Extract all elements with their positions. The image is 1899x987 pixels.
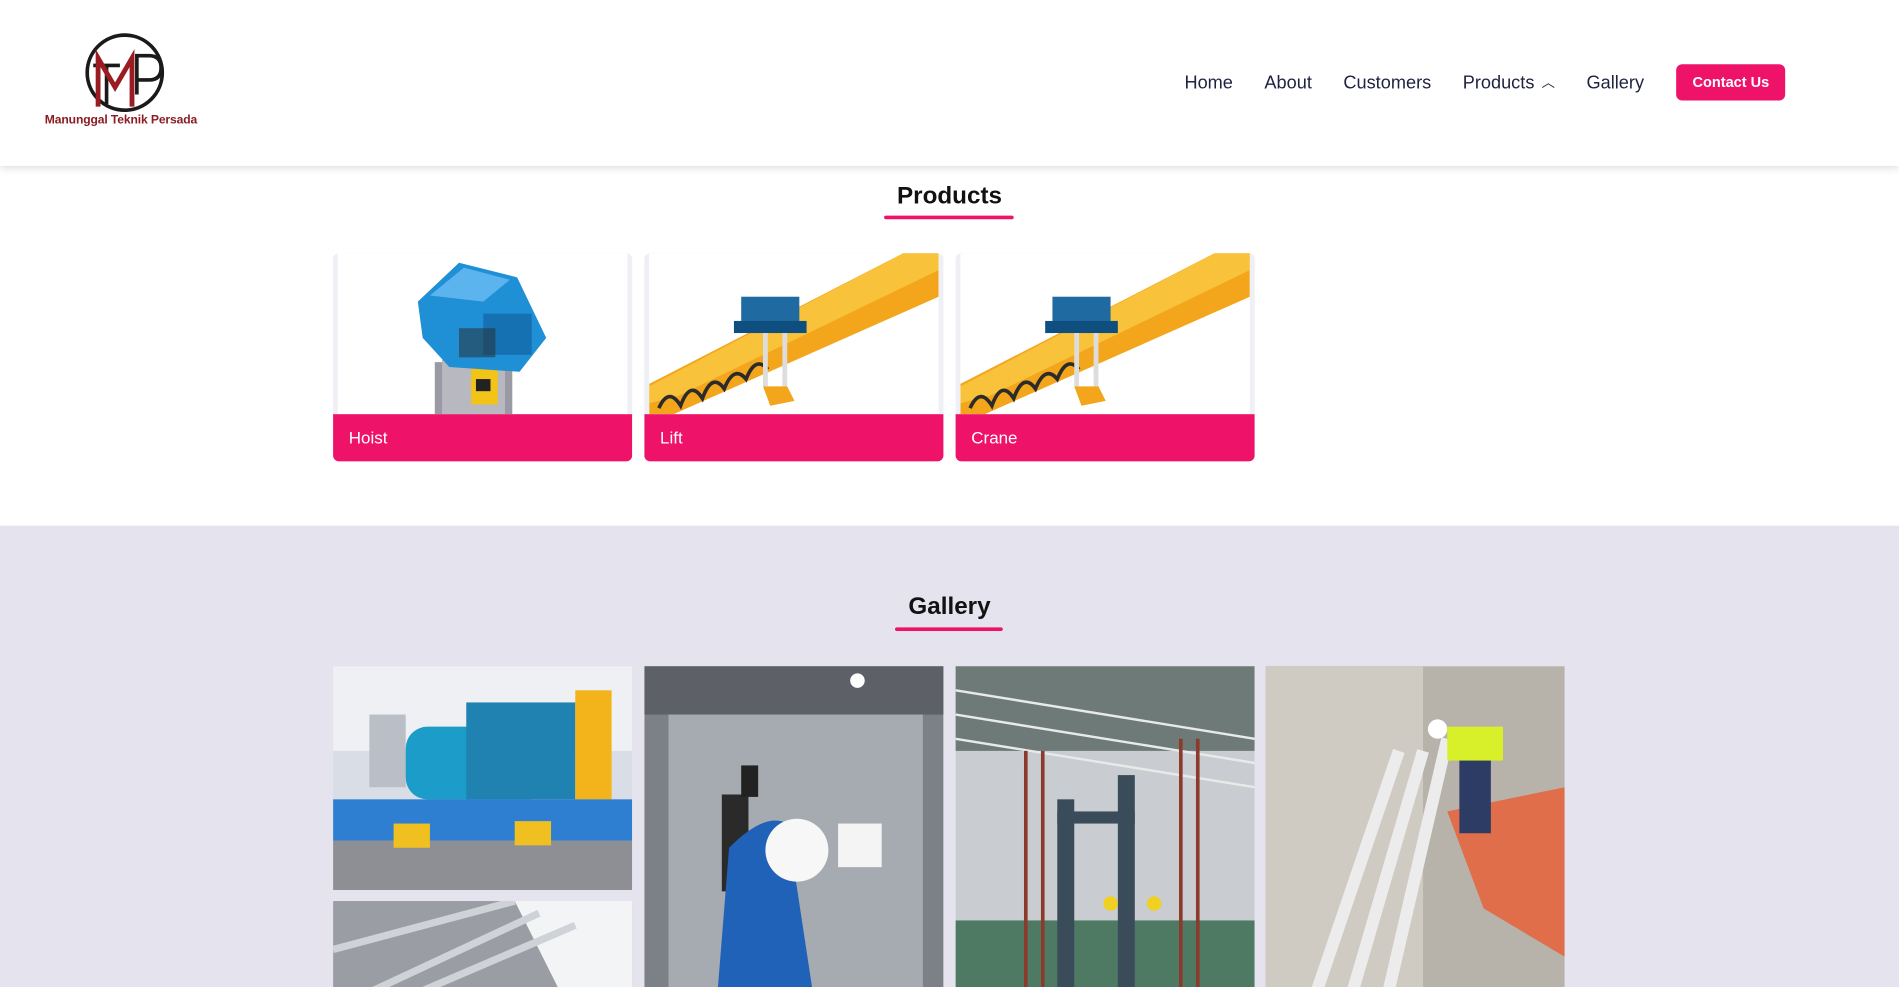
products-heading: Products [897,182,1002,210]
nav-products-label: Products [1462,72,1535,93]
contact-us-button[interactable]: Contact Us [1676,64,1785,101]
product-label-lift: Lift [644,414,944,462]
company-name: Manunggal Teknik Persada [44,113,198,128]
main-nav: Home About Customers Products ︿ Gallery C… [1184,64,1785,101]
nav-home[interactable]: Home [1184,72,1232,93]
gallery-heading: Gallery [908,593,991,621]
lift-image [649,253,939,415]
site-header: Manunggal Teknik Persada Home About Cust… [0,0,1899,166]
product-label-crane: Crane [955,414,1255,462]
crane-image [960,253,1250,415]
company-logo[interactable]: Manunggal Teknik Persada [45,31,215,134]
nav-gallery-label: Gallery [1586,72,1645,93]
gallery-heading-underline [895,627,1003,631]
product-card-lift[interactable]: Lift [644,253,944,462]
nav-gallery[interactable]: Gallery [1586,72,1644,93]
hoist-image [337,253,628,415]
nav-products[interactable]: Products ︿ [1463,72,1555,93]
product-label-hoist: Hoist [333,414,633,462]
tmp-logo-icon [85,33,165,113]
nav-customers-label: Customers [1343,72,1432,93]
nav-home-label: Home [1184,72,1233,93]
gallery-section: Gallery [0,525,1899,987]
product-card-hoist[interactable]: Hoist [333,253,633,462]
nav-about-label: About [1264,72,1312,93]
product-card-crane[interactable]: Crane [955,253,1255,462]
gallery-photo-1[interactable] [333,666,633,891]
gallery-photo-5[interactable] [333,901,633,987]
nav-about[interactable]: About [1264,72,1311,93]
chevron-up-icon: ︿ [1541,75,1555,91]
gallery-photo-2[interactable] [644,666,944,987]
products-heading-underline [884,215,1014,220]
products-section: Products Hoist Lift Crane [0,165,1899,526]
nav-customers[interactable]: Customers [1343,72,1431,93]
gallery-photo-4[interactable] [1265,666,1565,987]
gallery-photo-3[interactable] [955,666,1255,987]
